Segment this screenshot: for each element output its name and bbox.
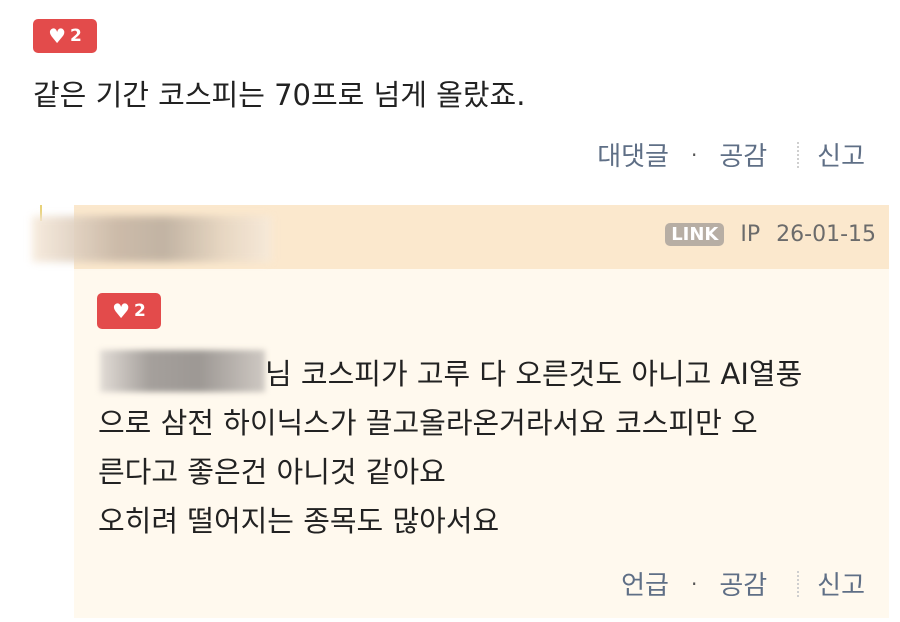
comment-action-bar: 대댓글 · 공감 신고 bbox=[597, 136, 865, 173]
report-link[interactable]: 신고 bbox=[817, 136, 865, 173]
link-badge: LINK bbox=[665, 223, 725, 246]
ip-label: IP bbox=[740, 222, 761, 247]
reply-like-badge[interactable]: ♥ 2 bbox=[97, 293, 161, 329]
empathy-link[interactable]: 공감 bbox=[719, 136, 767, 173]
reply-meta: LINK IP 26-01-15 bbox=[665, 222, 876, 247]
heart-icon: ♥ bbox=[112, 299, 131, 323]
reply-link[interactable]: 대댓글 bbox=[597, 136, 669, 173]
like-badge[interactable]: ♥ 2 bbox=[33, 19, 97, 53]
separator-dot: · bbox=[690, 142, 698, 167]
blurred-author-name bbox=[32, 216, 272, 262]
heart-icon: ♥ bbox=[48, 24, 67, 48]
separator-dot: · bbox=[690, 571, 698, 596]
mention-suffix: 님 bbox=[265, 357, 292, 391]
like-count: 2 bbox=[70, 26, 82, 46]
divider bbox=[797, 570, 800, 597]
reply-line: 으로 삼전 하이닉스가 끌고올라온거라서요 코스피만 오 bbox=[98, 406, 758, 440]
reply-line: 오히려 떨어지는 종목도 많아서요 bbox=[98, 504, 500, 538]
reply-line: 님 코스피가 고루 다 오른것도 아니고 AI열풍 bbox=[265, 357, 803, 391]
comment-text: 같은 기간 코스피는 70프로 넘게 올랐죠. bbox=[33, 78, 526, 112]
empathy-link[interactable]: 공감 bbox=[719, 565, 767, 602]
reply-line: 른다고 좋은건 아니것 같아요 bbox=[98, 455, 446, 489]
report-link[interactable]: 신고 bbox=[817, 565, 865, 602]
divider bbox=[797, 141, 800, 168]
reply-date: 26-01-15 bbox=[776, 222, 876, 247]
reply-like-count: 2 bbox=[134, 301, 146, 321]
reply-action-bar: 언급 · 공감 신고 bbox=[621, 565, 865, 602]
mention-link[interactable]: 언급 bbox=[621, 565, 669, 602]
reply-text: 님 코스피가 고루 다 오른것도 아니고 AI열풍 으로 삼전 하이닉스가 끌고… bbox=[98, 350, 802, 546]
